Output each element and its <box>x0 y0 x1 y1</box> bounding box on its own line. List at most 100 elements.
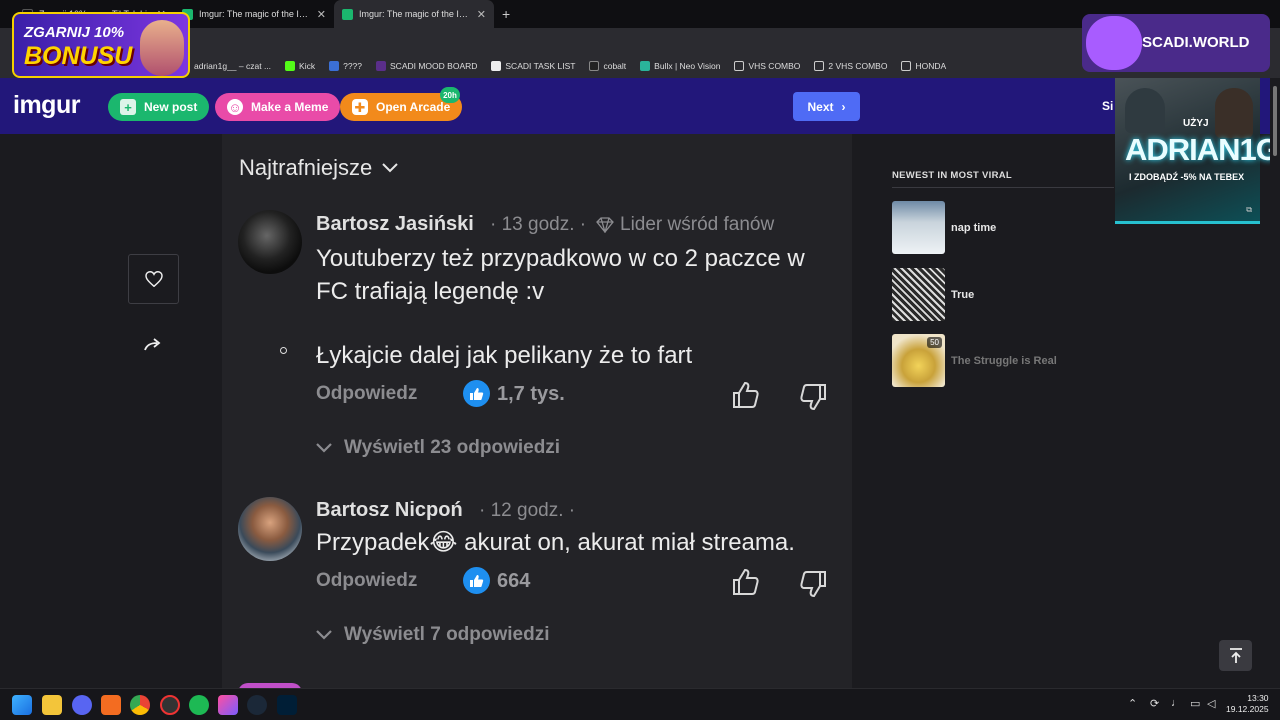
network-icon[interactable]: ▭ <box>1190 697 1200 710</box>
chevron-right-icon: › <box>841 99 846 114</box>
tray-chevron-icon[interactable]: ⌃ <box>1128 697 1137 710</box>
sort-dropdown[interactable]: Najtrafniejsze <box>239 155 398 181</box>
gamepad-icon: ✚ <box>352 99 368 115</box>
promo-character-image <box>140 20 184 76</box>
bookmark-item[interactable]: Bullx | Neo Vision <box>640 61 720 71</box>
chevron-down-icon <box>316 630 332 640</box>
sign-in-link[interactable]: Si <box>1102 99 1113 113</box>
ad-subtitle: I ZDOBĄDŹ -5% NA TEBEX <box>1129 172 1245 182</box>
microphone-icon[interactable]: ♩ <box>1171 697 1182 709</box>
arrow-up-icon <box>1229 647 1242 663</box>
stream-ad-overlay[interactable]: UŻYJ ADRIAN1G I ZDOBĄDŹ -5% NA TEBEX ⧉ <box>1115 78 1280 224</box>
folder-icon <box>901 61 912 71</box>
volume-icon[interactable]: ◁ <box>1207 697 1215 710</box>
thumbs-up-icon[interactable] <box>731 567 761 597</box>
scroll-to-top-button[interactable] <box>1219 640 1252 671</box>
folder-icon <box>814 61 825 71</box>
divider <box>892 187 1114 188</box>
bookmark-item[interactable]: adrian1g__ – czat ... <box>180 61 271 71</box>
clock-date: 19.12.2025 <box>1226 704 1269 714</box>
scadi-world-overlay: SCADI.WORLD <box>1082 14 1270 72</box>
bookmark-folder[interactable]: 2 VHS COMBO <box>814 61 887 71</box>
close-tab-icon[interactable]: ✕ <box>317 8 326 21</box>
bookmark-icon <box>376 61 387 71</box>
start-menu-icon[interactable] <box>12 695 32 715</box>
thumbs-down-icon[interactable] <box>798 569 828 599</box>
person-image <box>1215 88 1253 138</box>
like-count: 664 <box>497 570 531 592</box>
post-thumbnail: 50 <box>892 334 945 387</box>
chrome-icon[interactable] <box>130 695 150 715</box>
sidebar-post[interactable]: nap time <box>892 201 996 254</box>
comment-text: Youtuberzy też przypadkowo w co 2 paczce… <box>316 245 805 272</box>
sidebar-post[interactable]: 50 The Struggle is Real <box>892 334 1057 387</box>
browser-tab-3-active[interactable]: Imgur: The magic of the Interne ✕ <box>334 0 494 28</box>
comment-meta: · 13 godz. · <box>490 214 587 235</box>
make-meme-button[interactable]: ☺ Make a Meme <box>215 93 341 121</box>
imgur-logo[interactable]: imgur <box>13 91 80 120</box>
ad-code-text: ADRIAN1G <box>1125 132 1280 167</box>
bookmark-item[interactable]: SCADI TASK LIST <box>491 61 575 71</box>
new-post-button[interactable]: + New post <box>108 93 210 121</box>
tab-title: Imgur: The magic of the Interne <box>199 9 311 19</box>
show-replies-button[interactable]: Wyświetl 23 odpowiedzi <box>316 437 560 459</box>
heart-icon <box>144 271 163 287</box>
bonus-promo-overlay: ZGARNIJ 10% BONUSU <box>12 12 190 78</box>
share-arrow-icon <box>144 338 161 351</box>
chevron-down-icon <box>316 443 332 453</box>
spotify-icon[interactable] <box>189 695 209 715</box>
post-thumbnail <box>892 201 945 254</box>
obs-icon[interactable] <box>160 695 180 715</box>
comment-text: Przypadek😂 akurat on, akurat miał stream… <box>316 529 795 556</box>
bookmark-item[interactable]: Kick <box>285 61 315 71</box>
external-link-icon: ⧉ <box>1246 205 1252 214</box>
sync-icon[interactable]: ⟳ <box>1150 697 1159 710</box>
file-explorer-icon[interactable] <box>42 695 62 715</box>
reply-button[interactable]: Odpowiedz <box>316 570 417 592</box>
avatar[interactable] <box>238 497 302 561</box>
promo-line2: BONUSU <box>24 42 133 70</box>
fan-leader-badge: Lider wśród fanów <box>596 214 774 236</box>
meme-face-icon: ☺ <box>227 99 243 115</box>
kick-icon <box>285 61 296 71</box>
comment-author[interactable]: Bartosz Nicpoń <box>316 499 463 522</box>
arcade-timer-badge: 20h <box>440 87 460 103</box>
avatar[interactable] <box>238 210 302 274</box>
browser-tab-2[interactable]: Imgur: The magic of the Interne ✕ <box>174 0 334 28</box>
mouse-cursor <box>280 347 287 354</box>
windows-taskbar <box>0 688 1280 720</box>
next-button[interactable]: Next › <box>793 92 860 121</box>
comment-text: Łykajcie dalej jak pelikany że to fart <box>316 342 693 369</box>
close-tab-icon[interactable]: ✕ <box>477 8 486 21</box>
system-clock[interactable]: 13:30 19.12.2025 <box>1226 693 1269 715</box>
bookmark-item[interactable]: SCADI MOOD BOARD <box>376 61 477 71</box>
scrollbar-track[interactable] <box>1270 78 1280 688</box>
sidebar-post[interactable]: True <box>892 268 974 321</box>
clock-time: 13:30 <box>1247 693 1269 703</box>
comment-meta: · 12 godz. · <box>479 500 576 521</box>
lightroom-icon[interactable] <box>277 695 297 715</box>
new-tab-button[interactable]: + <box>494 6 518 22</box>
like-count: 1,7 tys. <box>497 383 565 405</box>
app-icon[interactable] <box>101 695 121 715</box>
bookmark-item[interactable]: ???? <box>329 61 362 71</box>
comment-author[interactable]: Bartosz Jasiński <box>316 213 474 236</box>
share-button[interactable] <box>142 334 164 356</box>
thumbs-down-icon[interactable] <box>798 382 828 412</box>
bookmark-icon <box>329 61 340 71</box>
bookmark-folder[interactable]: HONDA <box>901 61 946 71</box>
thumbs-up-icon[interactable] <box>731 380 761 410</box>
steam-icon[interactable] <box>247 695 267 715</box>
mascot-image <box>1086 16 1142 70</box>
bookmark-item[interactable]: cobalt <box>589 61 626 71</box>
app-icon[interactable] <box>218 695 238 715</box>
reply-button[interactable]: Odpowiedz <box>316 383 417 405</box>
tab-title: Imgur: The magic of the Interne <box>359 9 471 19</box>
show-replies-button[interactable]: Wyświetl 7 odpowiedzi <box>316 624 550 646</box>
discord-icon[interactable] <box>72 695 92 715</box>
scrollbar-thumb[interactable] <box>1273 86 1277 156</box>
bookmark-folder[interactable]: VHS COMBO <box>734 61 800 71</box>
plus-icon: + <box>120 99 136 115</box>
favorite-button[interactable] <box>128 254 179 304</box>
scadi-world-text: SCADI.WORLD <box>1142 34 1250 51</box>
